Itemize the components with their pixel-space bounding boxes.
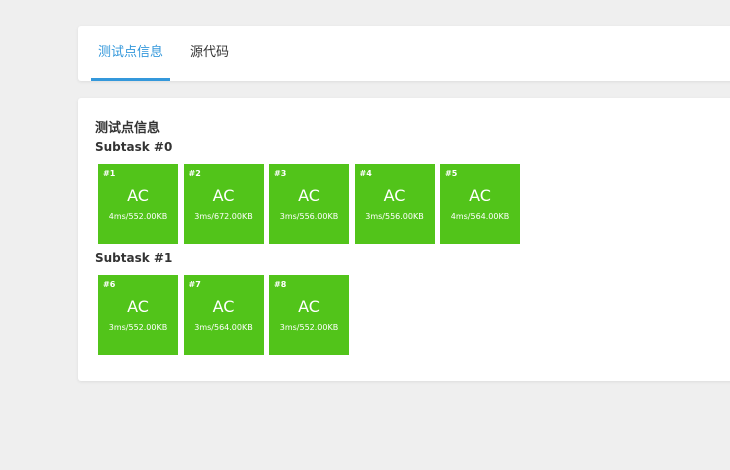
tab-source-code[interactable]: 源代码: [183, 26, 236, 81]
testcase-card[interactable]: #5 AC 4ms/564.00KB: [440, 164, 520, 244]
testcase-status: AC: [298, 186, 320, 205]
testcase-number: #4: [359, 169, 372, 178]
tab-bar-card: 测试点信息 源代码: [78, 26, 730, 81]
testcase-card[interactable]: #4 AC 3ms/556.00KB: [354, 164, 435, 244]
testcase-card[interactable]: #3 AC 3ms/556.00KB: [269, 164, 349, 244]
testcase-number: #2: [188, 169, 201, 178]
testcase-resource-usage: 3ms/564.00KB: [194, 323, 253, 332]
testcase-card[interactable]: #7 AC 3ms/564.00KB: [183, 275, 264, 355]
subtask-title-1: Subtask #1: [95, 251, 173, 265]
tab-bar: 测试点信息 源代码: [91, 26, 249, 81]
testcase-status: AC: [127, 297, 149, 316]
testcase-card[interactable]: #2 AC 3ms/672.00KB: [183, 164, 264, 244]
testcase-detail-card: 测试点信息 Subtask #0 #1 AC 4ms/552.00KB #2 A…: [78, 98, 730, 381]
subtask-0-cases: #1 AC 4ms/552.00KB #2 AC 3ms/672.00KB #3…: [98, 164, 526, 244]
testcase-status: AC: [469, 186, 491, 205]
testcase-card[interactable]: #1 AC 4ms/552.00KB: [98, 164, 178, 244]
testcase-status: AC: [212, 186, 235, 205]
testcase-number: #1: [103, 169, 116, 178]
testcase-status: AC: [127, 186, 149, 205]
testcase-status: AC: [383, 186, 406, 205]
testcase-card[interactable]: #6 AC 3ms/552.00KB: [98, 275, 178, 355]
testcase-status: AC: [212, 297, 235, 316]
testcase-status: AC: [298, 297, 320, 316]
testcase-resource-usage: 3ms/556.00KB: [279, 212, 339, 221]
testcase-number: #8: [274, 280, 287, 289]
testcase-resource-usage: 4ms/552.00KB: [108, 212, 168, 221]
testcase-resource-usage: 3ms/552.00KB: [279, 323, 339, 332]
testcase-number: #3: [274, 169, 287, 178]
testcase-number: #5: [445, 169, 458, 178]
section-title: 测试点信息: [95, 121, 161, 136]
testcase-card[interactable]: #8 AC 3ms/552.00KB: [269, 275, 349, 355]
testcase-resource-usage: 3ms/552.00KB: [108, 323, 168, 332]
testcase-number: #7: [188, 280, 201, 289]
testcase-resource-usage: 3ms/556.00KB: [365, 212, 424, 221]
testcase-resource-usage: 3ms/672.00KB: [194, 212, 253, 221]
testcase-resource-usage: 4ms/564.00KB: [450, 212, 510, 221]
tab-testcase-info[interactable]: 测试点信息: [91, 26, 171, 81]
subtask-title-0: Subtask #0: [95, 140, 173, 154]
subtask-1-cases: #6 AC 3ms/552.00KB #7 AC 3ms/564.00KB #8…: [98, 275, 355, 355]
testcase-number: #6: [103, 280, 116, 289]
